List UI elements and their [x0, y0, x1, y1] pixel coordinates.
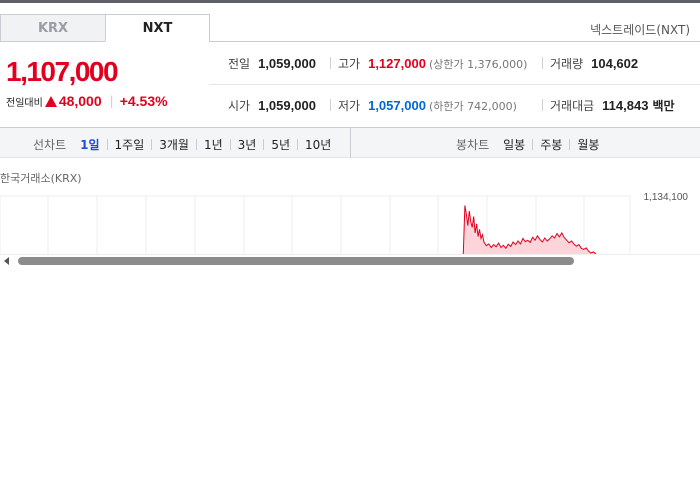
scroll-left-arrow-icon[interactable] [4, 257, 9, 265]
stat-value: 1,059,000 [258, 98, 316, 113]
stat-label: 거래량 [550, 57, 584, 71]
change-percent: +4.53% [119, 93, 168, 109]
period-sep [151, 139, 153, 150]
stat-value: 1,059,000 [258, 56, 316, 71]
triangle-up-icon [44, 95, 57, 107]
period-divider [350, 127, 351, 158]
candle-chart-periods: 봉차트 일봉 주봉 월봉 [456, 136, 599, 153]
chart-source-label: 한국거래소(KRX) [0, 172, 82, 185]
stat-label: 거래대금 [550, 99, 595, 113]
period-1d[interactable]: 1일 [80, 136, 99, 153]
period-5y[interactable]: 5년 [271, 136, 290, 153]
stat-sub: (하한가 742,000) [428, 99, 517, 113]
change-label: 전일대비 [6, 97, 43, 109]
market-tabs: KRX NXT [0, 14, 210, 42]
stat-value: 1,127,000 [368, 56, 426, 71]
candle-chart-label: 봉차트 [456, 138, 490, 152]
period-sep [106, 139, 108, 150]
scroll-thumb[interactable] [18, 257, 574, 265]
period-sep [532, 139, 534, 150]
stat-label: 저가 [338, 99, 361, 113]
line-chart-label: 선차트 [33, 138, 67, 152]
period-sep [569, 139, 571, 150]
stat-prev-close: 전일 1,059,000 [228, 55, 316, 72]
stat-divider [542, 57, 543, 69]
candle-daily[interactable]: 일봉 [503, 136, 525, 153]
period-1y[interactable]: 1년 [204, 136, 223, 153]
stat-label: 고가 [338, 57, 361, 71]
period-sep [263, 139, 265, 150]
candle-monthly[interactable]: 월봉 [577, 136, 599, 153]
stat-divider [330, 57, 331, 69]
period-3y[interactable]: 3년 [238, 136, 257, 153]
stat-low: 저가 1,057,000 (하한가 742,000) [338, 97, 517, 114]
period-10y[interactable]: 10년 [305, 136, 331, 153]
candle-weekly[interactable]: 주봉 [540, 136, 562, 153]
stat-divider [542, 99, 543, 111]
stat-sub: (상한가 1,376,000) [428, 57, 528, 71]
tab-krx[interactable]: KRX [0, 14, 105, 42]
period-sep [297, 139, 299, 150]
tab-underline [209, 41, 700, 42]
stat-volume: 거래량 104,602 [550, 55, 638, 72]
price-change: 전일대비 48,000 | +4.53% [6, 93, 168, 109]
y-tick-label: 1,134,100 [644, 192, 689, 203]
stats-row-divider [209, 84, 700, 85]
change-value: 48,000 [58, 93, 102, 109]
change-separator: | [109, 94, 114, 108]
top-border [0, 0, 700, 3]
stat-amount: 거래대금 114,843 백만 [550, 97, 675, 114]
line-chart-periods: 선차트 1일 1주일 3개월 1년 3년 5년 10년 [33, 136, 331, 153]
stat-label: 전일 [228, 57, 251, 71]
stat-value: 114,843 [602, 98, 649, 113]
period-1w[interactable]: 1주일 [115, 136, 145, 153]
stat-divider [330, 99, 331, 111]
stat-high: 고가 1,127,000 (상한가 1,376,000) [338, 55, 527, 72]
stat-value: 1,057,000 [368, 98, 426, 113]
current-price: 1,107,000 [6, 56, 119, 87]
stat-label: 시가 [228, 99, 251, 113]
period-sep [229, 139, 231, 150]
stat-value: 104,602 [591, 56, 639, 71]
tab-underline-left [0, 41, 105, 42]
market-name: 넥스트레이드(NXT) [590, 23, 690, 37]
period-3m[interactable]: 3개월 [159, 136, 189, 153]
tab-nxt[interactable]: NXT [105, 14, 210, 42]
intraday-chart: 1,134,1001,109,598 [0, 192, 689, 254]
stat-unit: 백만 [652, 99, 675, 113]
period-sep [195, 139, 197, 150]
stat-open: 시가 1,059,000 [228, 97, 316, 114]
